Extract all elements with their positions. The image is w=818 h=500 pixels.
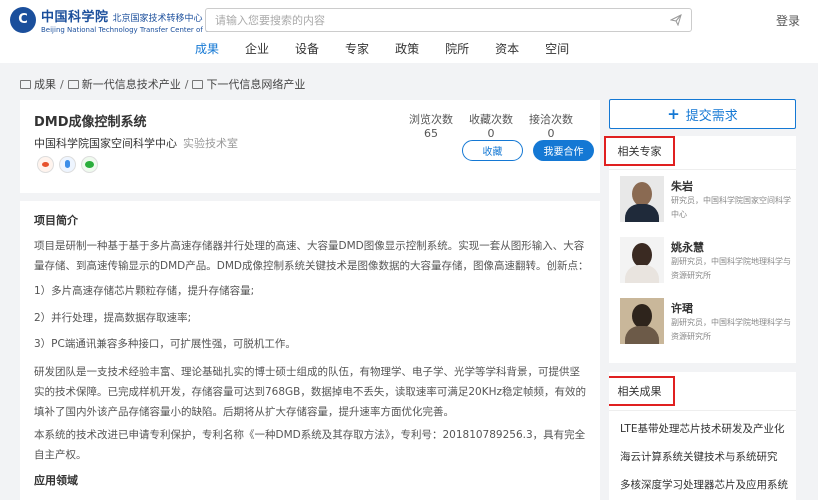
main-nav: 成果 企业 设备 专家 政策 院所 资本 空间 [195, 40, 595, 61]
plus-icon: + [667, 105, 680, 123]
avatar [620, 298, 664, 344]
expert-item[interactable]: 朱岩 研究员，中国科学院国家空间科学中心 [620, 176, 792, 224]
expert-name: 朱岩 [671, 180, 693, 193]
qq-share-icon[interactable] [59, 156, 76, 173]
submit-demand-button[interactable]: + 提交需求 [609, 99, 796, 129]
project-body-panel: 项目简介 项目是研制一种基于基于多片高速存储器并行处理的高速、大容量DMD图像显… [20, 201, 600, 500]
site-header: C 中国科学院 北京国家技术转移中心 Beijing National Techn… [0, 0, 818, 63]
send-icon[interactable] [670, 14, 682, 26]
stat-value: 65 [424, 127, 438, 140]
lab-name: 实验技术室 [183, 137, 238, 150]
breadcrumb-item-category[interactable]: 新一代信息技术产业 [82, 76, 181, 92]
nav-item-results[interactable]: 成果 [195, 40, 219, 61]
search-box [205, 8, 692, 32]
folder-icon [20, 79, 31, 89]
nav-item-institutes[interactable]: 院所 [445, 40, 469, 61]
breadcrumb-separator: / [60, 77, 64, 91]
intro-paragraph: 研发团队是一支技术经验丰富、理论基础扎实的博士硕士组成的队伍，有物理学、电子学、… [34, 366, 587, 418]
result-link[interactable]: 海云计算系统关键技术与系统研究 [620, 449, 778, 464]
project-header-panel: DMD成像控制系统 中国科学院国家空间科学中心 实验技术室 浏览次数 65 收藏次… [20, 100, 600, 193]
divider [609, 169, 796, 170]
intro-paragraph: 项目是研制一种基于基于多片高速存储器并行处理的高速、大容量DMD图像显示控制系统… [34, 240, 589, 272]
application-title: 应用领域 [34, 474, 78, 487]
intro-paragraph: 本系统的技术改进已申请专利保护，专利名称《一种DMD系统及其存取方法》，专利号：… [34, 429, 586, 461]
login-link[interactable]: 登录 [776, 12, 800, 29]
weibo-share-icon[interactable] [37, 156, 54, 173]
stat-label: 收藏次数 [469, 113, 513, 126]
project-title: DMD成像控制系统 [34, 115, 147, 130]
expert-desc: 副研究员，中国科学院地理科学与资源研究所 [671, 318, 791, 341]
nav-item-space[interactable]: 空间 [545, 40, 569, 61]
stat-value: 0 [487, 127, 495, 140]
nav-item-capital[interactable]: 资本 [495, 40, 519, 61]
stat-value: 0 [547, 127, 555, 140]
nav-item-experts[interactable]: 专家 [345, 40, 369, 61]
stat-label: 浏览次数 [409, 113, 453, 126]
breadcrumb-item-results[interactable]: 成果 [34, 76, 56, 92]
experts-title: 相关专家 [604, 136, 675, 166]
related-results-panel: 相关成果 LTE基带处理芯片技术研发及产业化 海云计算系统关键技术与系统研究 多… [609, 372, 796, 500]
cas-logo-icon: C [10, 7, 36, 33]
breadcrumb: 成果 / 新一代信息技术产业 / 下一代信息网络产业 [20, 76, 305, 92]
project-org: 中国科学院国家空间科学中心 实验技术室 [34, 135, 238, 151]
results-title: 相关成果 [609, 376, 675, 406]
expert-desc: 副研究员，中国科学院地理科学与资源研究所 [671, 257, 791, 280]
org-name[interactable]: 中国科学院国家空间科学中心 [34, 137, 177, 150]
avatar [620, 176, 664, 222]
result-link[interactable]: LTE基带处理芯片技术研发及产业化 [620, 421, 784, 436]
folder-icon [67, 79, 79, 89]
nav-item-equipment[interactable]: 设备 [295, 40, 319, 61]
result-link[interactable]: 多核深度学习处理器芯片及应用系统 [620, 477, 788, 492]
logo[interactable]: C 中国科学院 北京国家技术转移中心 Beijing National Techn… [10, 6, 219, 34]
nav-item-policy[interactable]: 政策 [395, 40, 419, 61]
expert-item[interactable]: 许珺 副研究员，中国科学院地理科学与资源研究所 [620, 298, 792, 346]
breadcrumb-separator: / [184, 77, 189, 91]
nav-item-enterprises[interactable]: 企业 [245, 40, 269, 61]
stat-views: 浏览次数 65 [401, 111, 461, 140]
intro-paragraph: 2）并行处理，提高数据存取速率; [34, 312, 192, 324]
stat-favorites: 收藏次数 0 [461, 111, 521, 140]
submit-demand-label: 提交需求 [685, 108, 738, 124]
breadcrumb-item-subcategory[interactable]: 下一代信息网络产业 [206, 76, 305, 92]
cooperate-button[interactable]: 我要合作 [533, 140, 594, 161]
stat-label: 接洽次数 [529, 113, 573, 126]
related-experts-panel: 相关专家 朱岩 研究员，中国科学院国家空间科学中心 姚永慧 副研究员，中国科学院… [604, 136, 796, 363]
divider [609, 410, 796, 411]
logo-english: Beijing National Technology Transfer Cen… [41, 26, 220, 34]
stat-contacts: 接洽次数 0 [521, 111, 581, 140]
share-bar [37, 156, 103, 173]
intro-title: 项目简介 [34, 214, 78, 227]
favorite-button[interactable]: 收藏 [462, 140, 523, 161]
intro-paragraph: 1）多片高速存储芯片颗粒存储，提升存储容量; [34, 285, 255, 297]
avatar [620, 237, 664, 283]
expert-desc: 研究员，中国科学院国家空间科学中心 [671, 196, 791, 219]
logo-title: 中国科学院 [41, 10, 109, 25]
intro-paragraph: 3）PC端通讯兼容多种接口，可扩展性强，可脱机工作。 [34, 338, 296, 350]
folder-icon [192, 79, 204, 89]
expert-name: 姚永慧 [671, 241, 704, 254]
wechat-share-icon[interactable] [81, 156, 98, 173]
expert-item[interactable]: 姚永慧 副研究员，中国科学院地理科学与资源研究所 [620, 237, 792, 285]
logo-subtitle: 北京国家技术转移中心 [112, 14, 203, 24]
expert-name: 许珺 [671, 302, 693, 315]
search-input[interactable] [206, 9, 646, 32]
